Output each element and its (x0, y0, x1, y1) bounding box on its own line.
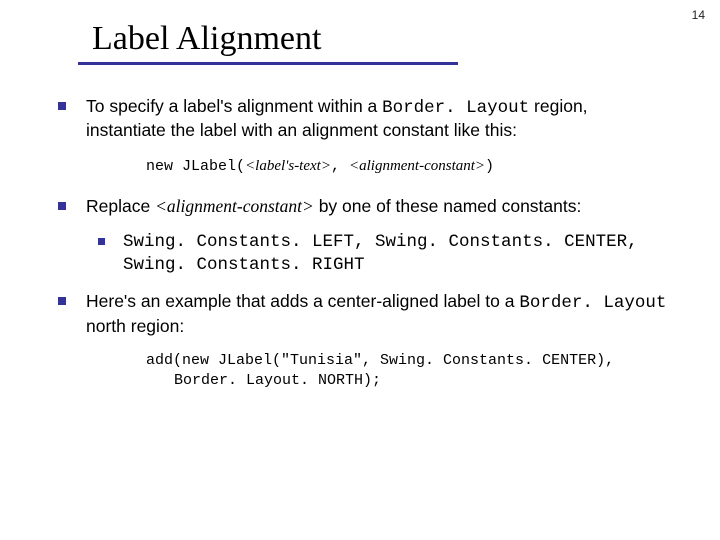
code-inline: Border. Layout (519, 293, 666, 313)
bullet-text: Here's an example that adds a center-ali… (86, 290, 672, 337)
code-line: Border. Layout. NORTH); (146, 371, 672, 391)
bullet-icon (98, 238, 105, 245)
bullet-icon (58, 202, 66, 210)
page-number: 14 (692, 8, 705, 22)
bullet-text: Swing. Constants. LEFT, Swing. Constants… (123, 231, 672, 276)
code-block: new JLabel(<label's-text>, <alignment-co… (58, 156, 672, 177)
bullet-text: To specify a label's alignment within a … (86, 95, 672, 142)
text-run: Here's an example that adds a center-ali… (86, 291, 519, 311)
text-run: Replace (86, 196, 155, 216)
title-underline (78, 62, 458, 65)
code-text: ) (485, 158, 494, 175)
bullet-text: Replace <alignment-constant> by one of t… (86, 195, 672, 217)
content-area: To specify a label's alignment within a … (0, 95, 720, 391)
code-line: add(new JLabel("Tunisia", Swing. Constan… (146, 352, 614, 369)
code-italic: <alignment-constant> (349, 158, 485, 174)
text-run: by one of these named constants: (314, 196, 582, 216)
sub-bullet-item: Swing. Constants. LEFT, Swing. Constants… (58, 231, 672, 276)
bullet-item: To specify a label's alignment within a … (58, 95, 672, 142)
slide-title: Label Alignment (0, 0, 720, 62)
text-run: north region: (86, 316, 184, 336)
bullet-icon (58, 297, 66, 305)
bullet-icon (58, 102, 66, 110)
code-inline: Border. Layout (382, 98, 529, 118)
text-run: To specify a label's alignment within a (86, 96, 382, 116)
code-block: add(new JLabel("Tunisia", Swing. Constan… (58, 351, 672, 392)
bullet-item: Here's an example that adds a center-ali… (58, 290, 672, 337)
code-text: new JLabel( (146, 158, 245, 175)
code-italic: <label's-text> (245, 158, 331, 174)
italic-text: <alignment-constant> (155, 196, 314, 216)
code-text: , (331, 158, 349, 175)
bullet-item: Replace <alignment-constant> by one of t… (58, 195, 672, 217)
